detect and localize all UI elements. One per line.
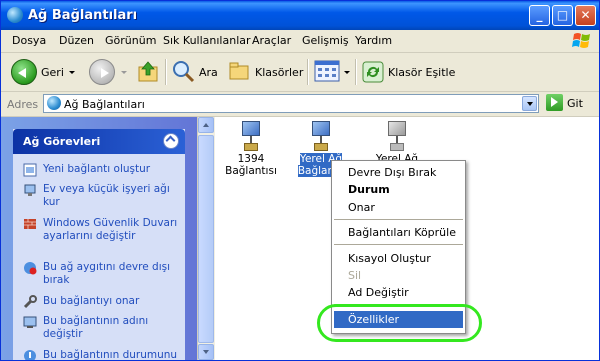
- address-label: Adres: [7, 98, 39, 111]
- menu-bridge-connections[interactable]: Bağlantıları Köprüle: [334, 224, 463, 241]
- connection-label: Bağlantısı: [225, 165, 277, 177]
- connection-1394[interactable]: 1394 Bağlantısı: [221, 121, 281, 177]
- vertical-scrollbar[interactable]: [197, 117, 215, 360]
- chevron-down-icon: [527, 102, 533, 106]
- task-firewall-settings[interactable]: Windows Güvenlik Duvarı ayarlarını değiş…: [23, 217, 183, 257]
- views-dropdown-icon[interactable]: [344, 71, 350, 74]
- address-value: Ağ Bağlantıları: [64, 98, 145, 111]
- menu-edit[interactable]: Düzen: [59, 34, 94, 47]
- task-pane: Ağ Görevleri Yeni bağlantı oluştur Ev ve…: [1, 117, 197, 360]
- scroll-down-button[interactable]: [198, 344, 214, 360]
- task-view-status[interactable]: Bu bağlantının durumunu görüntüle: [23, 349, 183, 360]
- folders-icon: [229, 62, 249, 80]
- folders-button[interactable]: Klasörler: [229, 59, 304, 85]
- address-input[interactable]: Ağ Bağlantıları: [43, 94, 539, 113]
- address-dropdown-button[interactable]: [522, 96, 537, 111]
- folders-label: Klasörler: [255, 66, 304, 79]
- close-button[interactable]: ✕: [575, 5, 596, 26]
- maximize-button[interactable]: □: [552, 5, 573, 26]
- folder-up-icon[interactable]: [137, 59, 159, 85]
- go-label[interactable]: Git: [567, 97, 583, 110]
- back-dropdown-icon[interactable]: [69, 71, 75, 74]
- back-label: Geri: [41, 66, 64, 79]
- network-connection-icon: [236, 121, 266, 153]
- menu-bar: Dosya Düzen Görünüm Sık Kullanılanlar Ar…: [1, 30, 599, 53]
- menu-delete: Sil: [348, 269, 362, 282]
- firewall-icon: [24, 219, 36, 229]
- connection-local-area-2[interactable]: Yerel Ağ: [367, 121, 427, 165]
- disable-device-icon: [24, 262, 37, 275]
- repair-wrench-icon: [23, 295, 37, 309]
- network-connection-disabled-icon: [382, 121, 412, 153]
- scrollbar-thumb[interactable]: [198, 135, 214, 343]
- menu-separator: [334, 244, 463, 245]
- windows-logo-icon: [572, 33, 590, 48]
- menu-disable[interactable]: Devre Dışı Bırak: [334, 164, 463, 181]
- forward-arrow-icon: [89, 59, 115, 85]
- task-disable-device[interactable]: Bu ağ aygıtını devre dışı bırak: [23, 261, 183, 289]
- scroll-up-button[interactable]: [198, 117, 214, 133]
- status-icon: [24, 350, 36, 360]
- search-icon: [173, 61, 195, 83]
- views-icon: [314, 60, 340, 82]
- menu-rename[interactable]: Ad Değiştir: [334, 284, 463, 301]
- toolbar-separator: [165, 59, 167, 85]
- network-tasks-header[interactable]: Ağ Görevleri: [13, 129, 185, 154]
- menu-separator: [334, 219, 463, 220]
- network-connection-icon: [306, 121, 336, 153]
- task-rename-connection[interactable]: Bu bağlantının adını değiştir: [23, 315, 183, 343]
- views-button[interactable]: [314, 59, 354, 85]
- menu-file[interactable]: Dosya: [12, 34, 46, 47]
- menu-view[interactable]: Görünüm: [105, 34, 156, 47]
- sync-icon: [362, 61, 384, 83]
- task-home-network[interactable]: Ev veya küçük işyeri ağı kur: [23, 183, 183, 211]
- address-bar: Adres Ağ Bağlantıları Git: [1, 92, 599, 117]
- menu-tools[interactable]: Araçlar: [252, 34, 291, 47]
- forward-button[interactable]: [89, 59, 129, 85]
- folder-sync-label: Klasör Eşitle: [388, 66, 456, 79]
- network-globe-icon: [47, 96, 61, 110]
- menu-create-shortcut[interactable]: Kısayol Oluştur: [334, 250, 463, 267]
- search-button[interactable]: Ara: [171, 59, 221, 85]
- minimize-button[interactable]: _: [529, 5, 550, 26]
- network-tasks-title: Ağ Görevleri: [23, 135, 101, 148]
- search-label: Ara: [199, 66, 218, 79]
- forward-dropdown-icon[interactable]: [121, 71, 127, 74]
- rename-icon: [23, 316, 37, 328]
- window-title: Ağ Bağlantıları: [28, 8, 138, 23]
- menu-favorites[interactable]: Sık Kullanılanlar: [163, 34, 251, 47]
- home-network-icon: [24, 184, 36, 196]
- task-create-connection[interactable]: Yeni bağlantı oluştur: [23, 163, 183, 177]
- chevron-down-icon: [203, 350, 209, 354]
- network-globe-icon: [7, 7, 23, 23]
- collapse-icon[interactable]: [163, 133, 179, 149]
- back-arrow-icon: [11, 59, 37, 85]
- task-repair-connection[interactable]: Bu bağlantıyı onar: [23, 295, 183, 309]
- menu-advanced[interactable]: Gelişmiş: [302, 34, 349, 47]
- menu-repair[interactable]: Onar: [334, 199, 463, 216]
- go-arrow-icon: [551, 97, 558, 107]
- menu-help[interactable]: Yardım: [355, 34, 392, 47]
- network-connections-window: Ağ Bağlantıları _ □ ✕ Dosya Düzen Görünü…: [0, 0, 600, 361]
- toolbar-separator: [307, 59, 309, 85]
- menu-status[interactable]: Durum: [334, 181, 463, 198]
- toolbar: Geri Ara Klasörler Klasör Eşitle: [1, 53, 599, 92]
- back-button[interactable]: Geri: [11, 59, 75, 85]
- toolbar-separator: [355, 59, 357, 85]
- network-tasks-panel: Ağ Görevleri Yeni bağlantı oluştur Ev ve…: [13, 129, 185, 360]
- folder-sync-button[interactable]: Klasör Eşitle: [361, 59, 455, 85]
- annotation-highlight: [317, 304, 482, 342]
- go-button[interactable]: [546, 94, 563, 111]
- chevron-up-icon: [203, 123, 209, 127]
- title-bar[interactable]: Ağ Bağlantıları _ □ ✕: [1, 1, 599, 30]
- new-connection-icon: [23, 163, 37, 177]
- connection-label: 1394: [237, 153, 265, 165]
